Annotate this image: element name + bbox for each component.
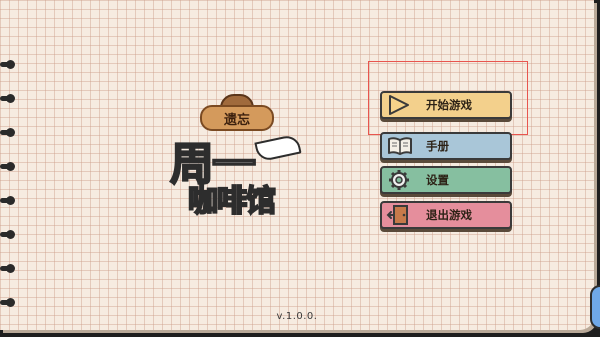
game-logo: 遗忘 周一 咖啡馆 [160,90,302,220]
spiral-ring [0,296,18,309]
quit-game-button[interactable]: 退出游戏 [380,201,512,229]
exit-door-icon [386,203,416,227]
settings-label: 设置 [426,173,449,187]
version-label: v.1.0.0. [276,311,318,322]
logo-title-sub: 咖啡馆 [187,183,277,220]
spiral-ring [0,194,18,207]
play-icon [386,93,416,117]
gear-icon [386,168,416,192]
start-game-button[interactable]: 开始游戏 [380,91,512,119]
spiral-binding [0,0,22,330]
spiral-ring [0,92,18,105]
corner-decoration [590,285,600,329]
notebook-page: 遗忘 周一 咖啡馆 开始游戏 手册 设置 退出游戏 v.1.0.0. [0,0,594,330]
logo-tail-decoration [254,133,302,163]
settings-button[interactable]: 设置 [380,166,512,194]
spiral-ring [0,58,18,71]
spiral-ring [0,228,18,241]
spiral-ring [0,160,18,173]
book-icon [386,134,416,158]
start-game-label: 开始游戏 [426,98,472,112]
quit-game-label: 退出游戏 [426,208,472,222]
manual-label: 手册 [426,139,449,153]
spiral-ring [0,126,18,139]
spiral-ring [0,262,18,275]
manual-button[interactable]: 手册 [380,132,512,160]
